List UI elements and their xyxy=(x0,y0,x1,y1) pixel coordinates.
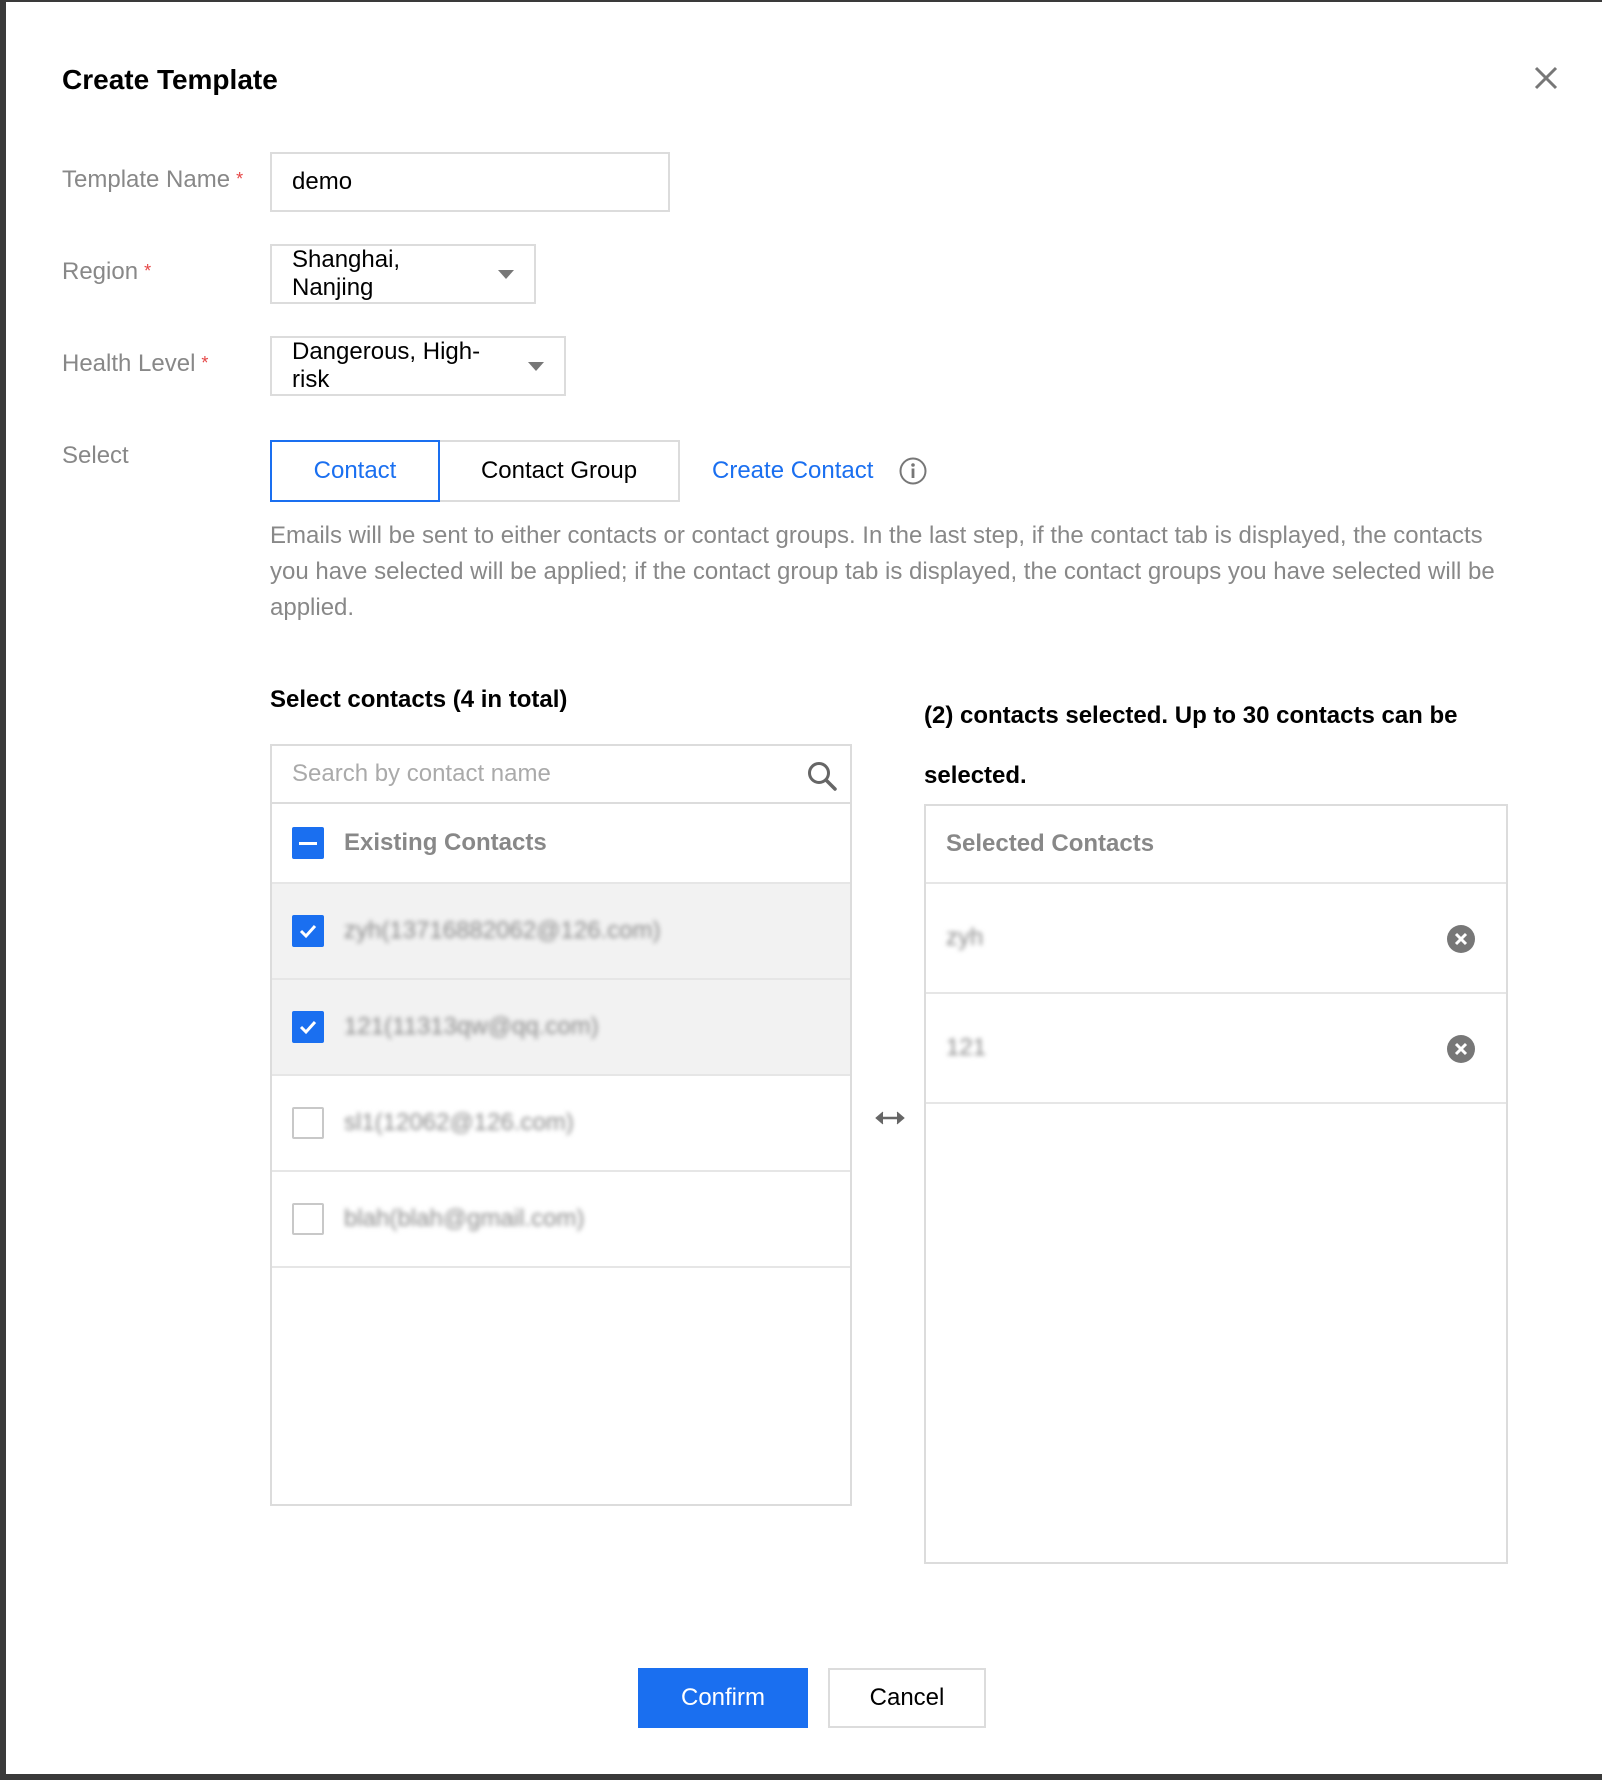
region-select[interactable]: Shanghai, Nanjing xyxy=(270,244,536,304)
template-name-input[interactable] xyxy=(270,152,670,212)
contact-label: 121(11313qw@qq.com) xyxy=(344,1013,599,1040)
select-description: Emails will be sent to either contacts o… xyxy=(270,522,1495,621)
target-list-title: (2) contacts selected. Up to 30 contacts… xyxy=(924,702,1458,789)
region-label: Region * xyxy=(62,258,152,285)
list-item[interactable]: blah(blah@gmail.com) xyxy=(272,1172,850,1268)
remove-icon[interactable] xyxy=(1446,924,1476,954)
cancel-button[interactable]: Cancel xyxy=(828,1668,986,1728)
caret-down-icon xyxy=(498,269,514,279)
caret-down-icon xyxy=(528,361,544,371)
template-name-label: Template Name * xyxy=(62,166,244,193)
required-mark: * xyxy=(236,169,244,189)
contact-label: sl1(12062@126.com) xyxy=(344,1109,574,1136)
health-level-value: Dangerous, High-risk xyxy=(292,338,481,393)
list-item[interactable]: sl1(12062@126.com) xyxy=(272,1076,850,1172)
list-item[interactable]: 121(11313qw@qq.com) xyxy=(272,980,850,1076)
health-level-label: Health Level * xyxy=(62,350,209,377)
dialog-title: Create Template xyxy=(62,64,278,95)
tab-contact-group[interactable]: Contact Group xyxy=(438,440,680,502)
selected-contact-label: 121 xyxy=(946,1034,987,1061)
selected-contact-label: zyh xyxy=(946,924,984,951)
select-all-checkbox[interactable] xyxy=(292,827,324,859)
selected-list-panel: Selected Contacts zyh 121 xyxy=(924,804,1508,1564)
required-mark: * xyxy=(201,353,209,373)
selected-contacts-header: Selected Contacts xyxy=(926,806,1506,884)
existing-contacts-header: Existing Contacts xyxy=(272,804,850,884)
selected-item: 121 xyxy=(926,994,1506,1104)
remove-icon[interactable] xyxy=(1446,1034,1476,1064)
selected-contacts-label: Selected Contacts xyxy=(946,830,1155,857)
list-item[interactable]: zyh(13716882062@126.com) xyxy=(272,884,850,980)
contact-label: blah(blah@gmail.com) xyxy=(344,1205,585,1232)
confirm-button[interactable]: Confirm xyxy=(638,1668,808,1728)
selected-item: zyh xyxy=(926,884,1506,994)
source-list-title: Select contacts (4 in total) xyxy=(270,686,568,713)
create-template-dialog: Create Template Template Name* Region* S… xyxy=(6,2,1602,1774)
source-list-panel: Existing Contacts zyh(13716882062@126.co… xyxy=(270,744,852,1506)
swap-arrows-icon xyxy=(875,1111,905,1125)
info-icon[interactable] xyxy=(898,456,928,486)
tab-contact[interactable]: Contact xyxy=(270,440,440,502)
contact-search-input[interactable] xyxy=(272,746,850,804)
contact-checkbox[interactable] xyxy=(292,1107,324,1139)
required-mark: * xyxy=(144,261,152,281)
check-icon xyxy=(299,924,317,939)
contact-checkbox[interactable] xyxy=(292,915,324,947)
check-icon xyxy=(299,1020,317,1035)
contact-checkbox[interactable] xyxy=(292,1203,324,1235)
create-contact-link[interactable]: Create Contact xyxy=(712,457,873,485)
search-icon[interactable] xyxy=(806,760,838,792)
contact-checkbox[interactable] xyxy=(292,1011,324,1043)
health-level-select[interactable]: Dangerous, High-risk xyxy=(270,336,566,396)
select-label: Select xyxy=(62,442,129,469)
region-value: Shanghai, Nanjing xyxy=(292,246,401,301)
contact-label: zyh(13716882062@126.com) xyxy=(344,917,661,944)
existing-contacts-label: Existing Contacts xyxy=(344,829,547,856)
close-icon[interactable] xyxy=(1526,58,1566,98)
